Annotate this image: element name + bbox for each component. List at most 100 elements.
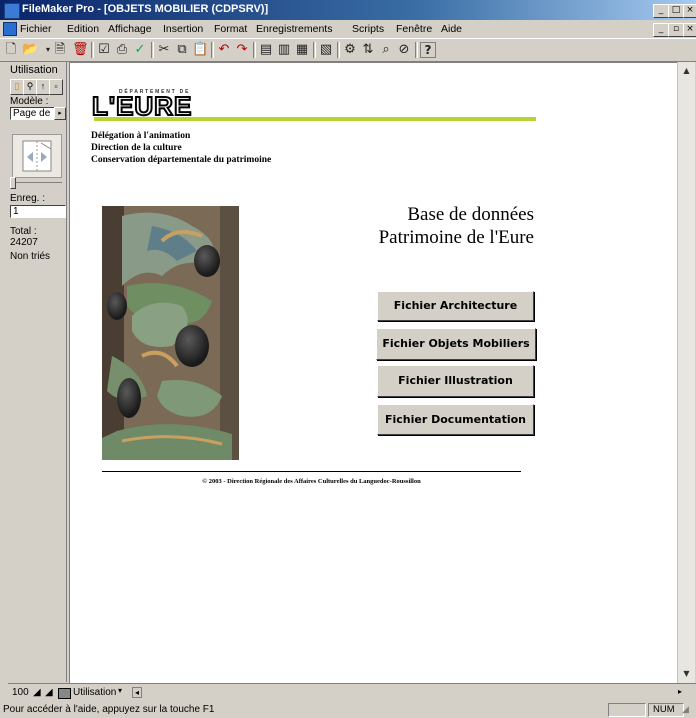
objets-mobiliers-button[interactable]: Fichier Objets Mobiliers <box>376 328 536 360</box>
logo-green-bar <box>94 117 536 121</box>
undo-icon[interactable]: ↶ <box>216 42 232 58</box>
spellcheck-icon[interactable]: ✓ <box>132 42 148 58</box>
find-tool-icon[interactable]: ⚲ <box>23 79 37 95</box>
scroll-left-icon[interactable]: ◂ <box>132 687 143 698</box>
sort-icon[interactable]: ⇅ <box>360 42 376 58</box>
delegation-line: Délégation à l'animation <box>91 131 191 141</box>
record-slider-handle[interactable] <box>10 177 16 189</box>
delegation-block: Délégation à l'animation Direction de la… <box>91 130 271 166</box>
menu-enregistrements[interactable]: Enregistrements <box>256 23 332 35</box>
sort-tool-icon[interactable]: ↑ <box>36 79 50 95</box>
menu-fichier[interactable]: Fichier <box>20 23 52 35</box>
direction-line: Direction de la culture <box>91 143 182 153</box>
doc-restore-button[interactable]: ▫ <box>668 23 684 37</box>
carved-pillar-photo <box>102 206 239 460</box>
status-toggle-icon[interactable] <box>58 688 71 699</box>
sort-status: Non triés <box>10 251 51 262</box>
scroll-right-icon[interactable]: ▸ <box>678 687 682 696</box>
status-bar: Pour accéder à l'aide, appuyez sur la to… <box>0 702 696 718</box>
page-tool-icon[interactable]: ▫ <box>49 79 63 95</box>
zoom-out-icon[interactable]: ◢ <box>33 687 41 698</box>
menu-insertion[interactable]: Insertion <box>163 23 203 35</box>
toolbar: 🗋 📂 ▾ 🗎 🗑 ☑ ⎙ ✓ ✂ ⧉ 📋 ↶ ↷ ▤ ▥ ▦ ▧ ⚙ ⇅ ⌕ … <box>0 38 696 62</box>
zoom-level[interactable]: 100 <box>12 687 29 698</box>
delete-record-icon[interactable]: 🗑 <box>72 42 89 58</box>
new-record-icon[interactable]: 🗎 <box>52 42 68 58</box>
scroll-up-icon[interactable]: ▲ <box>679 63 694 78</box>
print-icon[interactable]: ⎙ <box>114 42 130 58</box>
doc-close-button[interactable]: × <box>683 23 696 37</box>
toolbar-separator <box>313 42 316 58</box>
toolbar-separator <box>253 42 256 58</box>
help-hint: Pour accéder à l'aide, appuyez sur la to… <box>3 704 215 715</box>
mode-select[interactable]: Utilisation <box>73 687 116 698</box>
close-button[interactable]: × <box>683 4 696 18</box>
status-cell-empty <box>608 703 646 717</box>
conservation-line: Conservation départementale du patrimoin… <box>91 155 272 165</box>
toolbar-separator <box>211 42 214 58</box>
menu-aide[interactable]: Aide <box>441 23 462 35</box>
documentation-button[interactable]: Fichier Documentation <box>377 404 534 435</box>
copy-icon[interactable]: ⧉ <box>174 42 190 58</box>
menu-format[interactable]: Format <box>214 23 247 35</box>
zoom-in-icon[interactable]: ◢ <box>45 687 53 698</box>
help-icon[interactable]: ? <box>420 42 436 58</box>
record-label: Enreg. : <box>10 193 46 204</box>
toolbar-separator <box>91 42 94 58</box>
menu-scripts[interactable]: Scripts <box>352 23 384 35</box>
paste-icon[interactable]: 📋 <box>192 42 208 58</box>
layout-mode-icon[interactable]: ▦ <box>294 42 310 58</box>
book-graphic <box>22 140 52 172</box>
layout-arrow-icon[interactable]: ▸ <box>54 107 66 120</box>
menu-fenetre[interactable]: Fenêtre <box>396 23 432 35</box>
scroll-down-icon[interactable]: ▼ <box>679 666 694 681</box>
filemaker-app-icon[interactable] <box>4 3 20 19</box>
toolbar-separator <box>337 42 340 58</box>
browse-tool-icon[interactable]: ▯ <box>10 79 24 95</box>
total-label: Total : <box>10 226 37 237</box>
document-icon[interactable] <box>3 22 17 36</box>
mode-dropdown-icon[interactable]: ▾ <box>118 686 122 695</box>
eure-logo: L'EURE <box>91 91 193 121</box>
record-book-icon[interactable] <box>12 134 62 178</box>
chart-icon[interactable]: ▧ <box>318 42 334 58</box>
new-document-icon[interactable]: 🗋 <box>3 42 19 58</box>
menu-edition[interactable]: Edition <box>67 23 99 35</box>
find-mode-icon[interactable]: ▥ <box>276 42 292 58</box>
menu-affichage[interactable]: Affichage <box>108 23 152 35</box>
record-number-field[interactable]: 1 <box>10 205 66 218</box>
bottom-bar: 100 ◢ ◢ Utilisation ▾ ◂ ▸ <box>8 683 696 703</box>
resize-grip-icon[interactable]: ◢ <box>682 705 689 715</box>
total-value: 24207 <box>10 237 38 248</box>
vertical-scrollbar[interactable]: ▲ ▼ <box>677 62 695 683</box>
toolbar-separator <box>151 42 154 58</box>
omit-icon[interactable]: ⊘ <box>396 42 412 58</box>
cut-icon[interactable]: ✂ <box>156 42 172 58</box>
num-lock-indicator: NUM <box>648 703 684 717</box>
open-icon[interactable]: 📂 <box>22 42 38 58</box>
layout-content: DÉPARTEMENT DE L'EURE Délégation à l'ani… <box>69 62 679 684</box>
browse-mode-icon[interactable]: ▤ <box>258 42 274 58</box>
title-line-1: Base de données <box>407 204 534 225</box>
mode-label: Utilisation <box>10 64 58 76</box>
tool-icon[interactable]: ⚙ <box>342 42 358 58</box>
page-title: Base de données Patrimoine de l'Eure <box>379 203 534 249</box>
minimize-button[interactable]: _ <box>653 4 669 18</box>
find-icon[interactable]: ⌕ <box>378 42 394 58</box>
window-title: FileMaker Pro - [OBJETS MOBILIER (CDPSRV… <box>22 3 269 15</box>
doc-minimize-button[interactable]: _ <box>653 23 669 37</box>
architecture-button[interactable]: Fichier Architecture <box>377 291 534 321</box>
redo-icon[interactable]: ↷ <box>234 42 250 58</box>
title-bar: FileMaker Pro - [OBJETS MOBILIER (CDPSRV… <box>0 0 696 20</box>
status-area: Utilisation ▯ ⚲ ↑ ▫ Modèle : Page de ▸ E… <box>8 62 67 682</box>
checkbox-icon[interactable]: ☑ <box>96 42 112 58</box>
layout-select[interactable]: Page de <box>10 107 56 120</box>
illustration-button[interactable]: Fichier Illustration <box>377 365 534 397</box>
maximize-button[interactable]: □ <box>668 4 684 18</box>
layout-label: Modèle : <box>10 96 49 107</box>
footer-divider <box>102 471 521 472</box>
carved-pillar-image <box>102 206 239 460</box>
menu-bar: Fichier Edition Affichage Insertion Form… <box>0 20 696 38</box>
record-slider-track <box>10 182 62 183</box>
title-line-2: Patrimoine de l'Eure <box>378 227 534 248</box>
